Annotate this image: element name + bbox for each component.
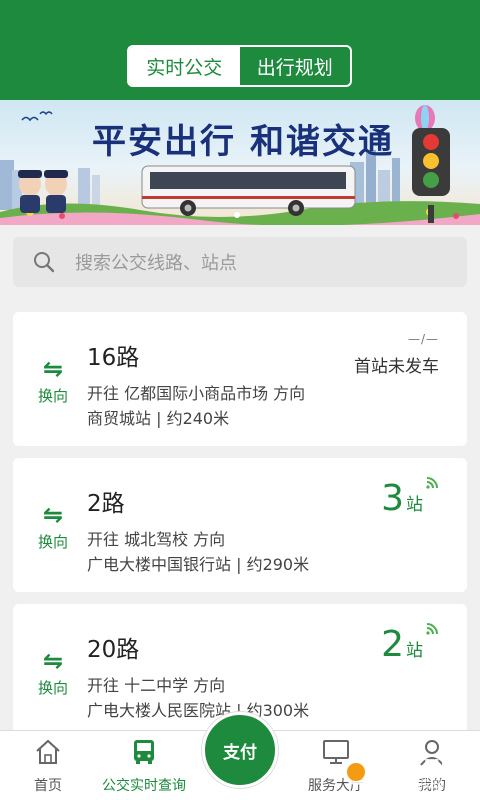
route-direction: 开往 亿都国际小商品市场 方向 <box>87 384 306 403</box>
search-bar[interactable]: 搜索公交线路、站点 <box>13 237 467 287</box>
swap-direction-button[interactable]: ⇋ 换向 <box>33 648 73 698</box>
pay-button[interactable]: 支付 <box>202 712 278 788</box>
route-nearest-stop: 商贸城站 | 约240米 <box>87 409 230 428</box>
app-header: 实时公交 出行规划 <box>0 0 480 100</box>
route-name: 16路 <box>87 345 140 371</box>
tab-realtime-bus[interactable]: 实时公交 <box>129 47 240 85</box>
route-name: 2路 <box>87 491 125 517</box>
swap-arrows-icon: ⇋ <box>42 647 64 675</box>
search-input[interactable]: 搜索公交线路、站点 <box>75 249 237 275</box>
stops-away-count: 2 <box>381 624 404 665</box>
nav-realtime-bus[interactable]: 公交实时查询 <box>96 731 192 800</box>
realtime-signal-icon <box>426 477 438 489</box>
route-direction: 开往 城北驾校 方向 <box>87 530 226 549</box>
route-card-16[interactable]: ⇋ 换向 16路 开往 亿都国际小商品市场 方向 商贸城站 | 约240米 —/… <box>13 312 467 446</box>
swap-direction-button[interactable]: ⇋ 换向 <box>33 356 73 406</box>
search-icon <box>34 252 55 273</box>
stops-away: 2站 <box>381 624 423 665</box>
swap-label: 换向 <box>37 679 68 697</box>
swap-label: 换向 <box>37 387 68 405</box>
nav-home-label: 首页 <box>34 778 62 794</box>
banner-slogan: 平安出行 和谐交通 <box>92 114 394 163</box>
site-watermark-logo: 962.NET 乐游网 <box>343 755 468 792</box>
nav-home[interactable]: 首页 <box>0 731 96 800</box>
route-nearest-stop: 广电大楼中国银行站 | 约290米 <box>87 555 310 574</box>
route-direction: 开往 十二中学 方向 <box>87 676 226 695</box>
swap-label: 换向 <box>37 533 68 551</box>
tab-trip-planning[interactable]: 出行规划 <box>240 47 351 85</box>
route-nearest-stop: 广电大楼人民医院站 | 约300米 <box>87 701 310 720</box>
svg-text:乐游网: 乐游网 <box>404 779 443 792</box>
bus-icon <box>134 740 154 764</box>
stops-away: 3站 <box>381 478 423 519</box>
arrival-status: 首站未发车 <box>354 357 439 377</box>
route-name: 20路 <box>87 637 140 663</box>
svg-text:962.NET: 962.NET <box>374 755 468 779</box>
realtime-signal-icon <box>426 623 438 635</box>
nav-realtime-bus-label: 公交实时查询 <box>102 778 186 794</box>
swap-arrows-icon: ⇋ <box>42 501 64 529</box>
stops-away-unit: 站 <box>406 495 423 515</box>
banner-slogan-left: 平安出行 <box>92 122 236 162</box>
home-icon <box>36 739 60 764</box>
banner-slogan-right: 和谐交通 <box>250 122 394 162</box>
route-card-2[interactable]: ⇋ 换向 2路 开往 城北驾校 方向 广电大楼中国银行站 | 约290米 3站 <box>13 458 467 592</box>
swap-arrows-icon: ⇋ <box>42 355 64 383</box>
stops-away-count: 3 <box>381 478 404 519</box>
stops-away-unit: 站 <box>406 641 423 661</box>
arrival-placeholder: —/— <box>407 332 439 346</box>
swap-direction-button[interactable]: ⇋ 换向 <box>33 502 73 552</box>
mode-switch: 实时公交 出行规划 <box>127 45 352 87</box>
